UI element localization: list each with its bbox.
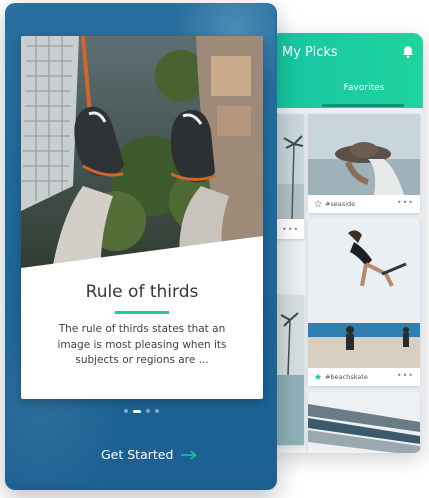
title-underline [115,311,169,314]
page-indicator [124,409,159,413]
page-dot[interactable] [146,409,150,413]
get-started-label: Get Started [101,447,174,462]
card-footer: #beachskate ••• [308,368,420,386]
seaside-photo [308,114,420,195]
onboarding-card: Rule of thirds The rule of thirds states… [21,36,263,399]
beach-skate-photo [308,218,420,368]
card-tag: #seaside [325,200,356,208]
page-dot-active[interactable] [133,409,141,413]
arrow-right-icon [181,449,198,460]
card-title: Rule of thirds [85,282,199,302]
onboarding-screen: Rule of thirds The rule of thirds states… [5,3,277,490]
pick-card[interactable]: #seaside ••• [308,114,420,213]
more-options-icon[interactable]: ••• [397,199,414,207]
card-tag: #beachskate [325,373,368,381]
my-picks-screen: My Picks Favorites ••• #seaside ••• #bea… [270,33,423,453]
app-header: My Picks Favorites [270,33,423,108]
get-started-button[interactable]: Get Started [101,447,198,462]
page-dot[interactable] [155,409,159,413]
more-options-icon[interactable]: ••• [397,372,414,380]
hero-photo [21,36,263,276]
tab-favorites[interactable]: Favorites [318,83,410,93]
star-outline-icon[interactable] [314,200,322,208]
page-dot[interactable] [124,409,128,413]
active-tab-indicator [322,104,404,107]
more-options-icon[interactable]: ••• [282,226,299,234]
bell-icon[interactable] [401,45,415,59]
card-description: The rule of thirds states that an image … [57,323,227,366]
books-photo [308,392,420,453]
app-title: My Picks [282,45,338,60]
pick-card[interactable]: #beachskate ••• [308,218,420,386]
picks-grid: ••• #seaside ••• #beachskate ••• [270,108,423,453]
star-filled-icon[interactable] [314,373,322,381]
pick-card[interactable] [308,392,420,453]
card-footer: #seaside ••• [308,195,420,213]
